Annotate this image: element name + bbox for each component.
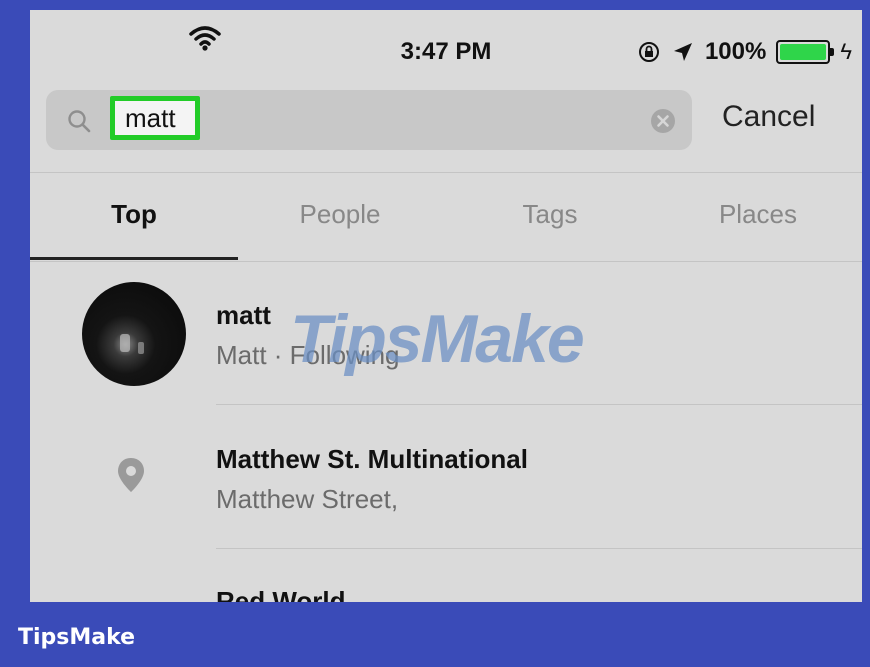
tab-top[interactable]: Top (34, 199, 234, 230)
tab-places[interactable]: Places (658, 199, 858, 230)
status-bar: 3:47 PM 100% ϟ (30, 10, 862, 90)
result-user-title[interactable]: matt (216, 300, 271, 331)
result-place-title[interactable]: Matthew St. Multinational (216, 444, 528, 475)
clear-icon[interactable] (650, 108, 676, 134)
phone-screen: 3:47 PM 100% ϟ matt Cancel Top People Ta… (30, 10, 862, 602)
result-divider (216, 548, 862, 549)
cancel-button[interactable]: Cancel (722, 100, 815, 134)
battery-percent: 100% (704, 38, 767, 65)
result-divider (216, 404, 862, 405)
search-bar[interactable] (46, 90, 692, 150)
battery-icon (776, 40, 835, 64)
rotation-lock-icon (638, 42, 659, 62)
search-tabs: Top People Tags Places (30, 172, 862, 262)
result-place-subtitle: Matthew Street, (216, 484, 399, 514)
charging-bolt-icon: ϟ (840, 39, 852, 64)
tab-tags[interactable]: Tags (450, 199, 650, 230)
search-icon (68, 110, 91, 133)
location-arrow-icon (673, 43, 692, 61)
battery-fill (780, 44, 827, 60)
tab-people[interactable]: People (240, 199, 440, 230)
location-pin-icon (118, 458, 144, 492)
avatar[interactable] (82, 282, 186, 386)
search-input[interactable] (110, 96, 200, 140)
footer-brand: TipsMake (18, 625, 136, 650)
result-partial-title[interactable]: Red World (216, 586, 346, 602)
active-tab-indicator (30, 257, 238, 260)
watermark: TipsMake (290, 301, 585, 377)
